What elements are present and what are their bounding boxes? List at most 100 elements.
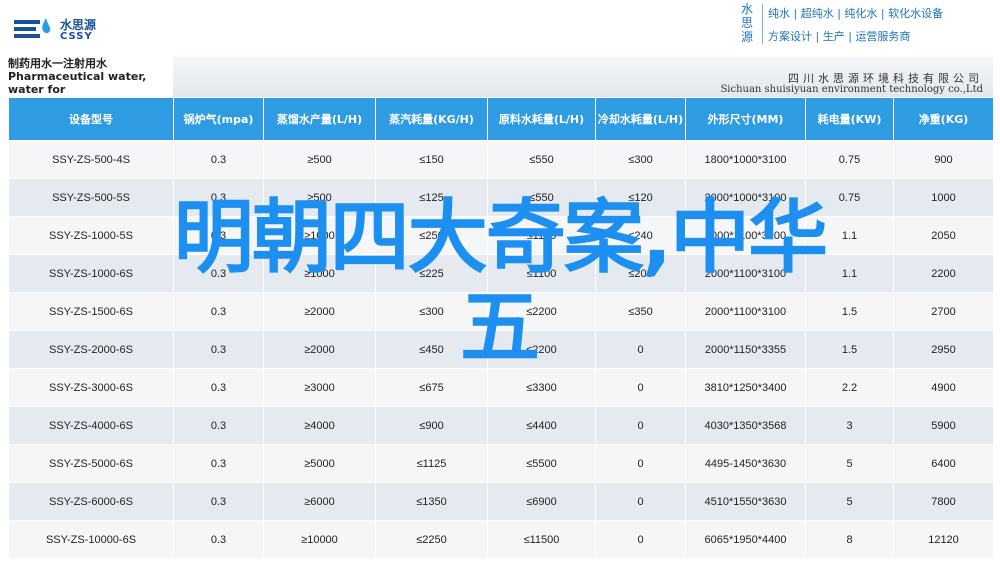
column-header: 蒸馏水产量(L/H) bbox=[263, 97, 376, 141]
table-row: SSY-ZS-2000-6S 0.3 ≥2000 ≤450 ≤2200 0 2000*115… bbox=[8, 330, 994, 369]
column-header: 耗电量(KW) bbox=[805, 97, 894, 141]
table-cell: ≤240 bbox=[595, 216, 686, 255]
table-cell: ≥2000 bbox=[263, 292, 376, 331]
table-cell: 2200 bbox=[893, 254, 994, 293]
table-cell: ≤2250 bbox=[375, 520, 488, 559]
table-cell: 1.1 bbox=[805, 254, 894, 293]
table-cell: 4495-1450*3630 bbox=[685, 444, 806, 483]
table-cell: ≤2200 bbox=[487, 330, 596, 369]
table-cell: 2050 bbox=[893, 216, 994, 255]
table-cell: SSY-ZS-3000-6S bbox=[8, 368, 174, 407]
table-cell: ≤300 bbox=[595, 140, 686, 179]
table-cell: 5 bbox=[805, 444, 894, 483]
page-header: 水思源 CSSY 水思源 纯水 | 超纯水 | 纯化水 | 软化水设备 方案设计… bbox=[0, 0, 1000, 56]
column-header: 冷却水耗量(L/H) bbox=[595, 97, 686, 141]
table-cell: 0.75 bbox=[805, 140, 894, 179]
table-cell: SSY-ZS-5000-6S bbox=[8, 444, 174, 483]
table-cell: 2000*1100*3100 bbox=[685, 216, 806, 255]
table-cell: ≤4400 bbox=[487, 406, 596, 445]
table-cell: 1.1 bbox=[805, 216, 894, 255]
column-header: 蒸汽耗量(KG/H) bbox=[375, 97, 488, 141]
table-cell: 0.75 bbox=[805, 178, 894, 217]
table-cell: 0 bbox=[595, 482, 686, 521]
table-cell: ≤125 bbox=[375, 178, 488, 217]
table-row: SSY-ZS-500-5S 0.3 ≥500 ≤125 ≤550 ≤120 2000*100… bbox=[8, 178, 994, 217]
table-cell: 0.3 bbox=[173, 520, 264, 559]
table-cell: ≤675 bbox=[375, 368, 488, 407]
table-cell: 4030*1350*3568 bbox=[685, 406, 806, 445]
table-cell: ≤350 bbox=[595, 292, 686, 331]
table-cell: 1000 bbox=[893, 178, 994, 217]
table-cell: ≥3000 bbox=[263, 368, 376, 407]
table-cell: 0.3 bbox=[173, 368, 264, 407]
table-cell: 1.5 bbox=[805, 330, 894, 369]
table-cell: SSY-ZS-1000-6S bbox=[8, 254, 174, 293]
table-cell: 0 bbox=[595, 330, 686, 369]
table-cell: ≥1000 bbox=[263, 216, 376, 255]
table-cell: 8 bbox=[805, 520, 894, 559]
table-cell: 6400 bbox=[893, 444, 994, 483]
company-bar: 四川水思源环境科技有限公司 Sichuan shuisiyuan environ… bbox=[173, 57, 993, 98]
brand-banner: 水思源 纯水 | 超纯水 | 纯化水 | 软化水设备 方案设计 | 生产 | 运… bbox=[730, 0, 1000, 50]
spec-table-container: 设备型号 锅炉气(mpa) 蒸馏水产量(L/H) 蒸汽耗量(KG/H) 原料水耗量(L/… bbox=[8, 97, 994, 567]
table-cell: 0 bbox=[595, 406, 686, 445]
table-cell: ≥500 bbox=[263, 140, 376, 179]
table-row: SSY-ZS-1000-6S 0.3 ≥1000 ≤225 ≤1100 ≤200 2000*… bbox=[8, 254, 994, 293]
table-cell: 2950 bbox=[893, 330, 994, 369]
table-cell: SSY-ZS-10000-6S bbox=[8, 520, 174, 559]
table-cell: 4510*1550*3630 bbox=[685, 482, 806, 521]
table-cell: ≤11500 bbox=[487, 520, 596, 559]
table-cell: SSY-ZS-6000-6S bbox=[8, 482, 174, 521]
column-header: 原料水耗量(L/H) bbox=[487, 97, 596, 141]
table-cell: 1.5 bbox=[805, 292, 894, 331]
table-cell: SSY-ZS-2000-6S bbox=[8, 330, 174, 369]
table-cell: 5900 bbox=[893, 406, 994, 445]
logo[interactable]: 水思源 CSSY bbox=[14, 14, 134, 46]
table-cell: 0 bbox=[595, 368, 686, 407]
table-cell: 0.3 bbox=[173, 444, 264, 483]
table-cell: ≤225 bbox=[375, 254, 488, 293]
table-cell: 4900 bbox=[893, 368, 994, 407]
table-cell: ≥5000 bbox=[263, 444, 376, 483]
table-cell: ≤550 bbox=[487, 178, 596, 217]
title-cn: 制药用水一注射用水 bbox=[8, 57, 107, 70]
table-cell: ≤1100 bbox=[487, 254, 596, 293]
table-cell: 0.3 bbox=[173, 140, 264, 179]
column-header: 外形尺寸(MM) bbox=[685, 97, 806, 141]
table-cell: ≤300 bbox=[375, 292, 488, 331]
table-cell: 2.2 bbox=[805, 368, 894, 407]
table-cell: 2700 bbox=[893, 292, 994, 331]
table-cell: ≤550 bbox=[487, 140, 596, 179]
spec-table: 设备型号 锅炉气(mpa) 蒸馏水产量(L/H) 蒸汽耗量(KG/H) 原料水耗量(L/… bbox=[8, 97, 994, 559]
table-cell: ≥10000 bbox=[263, 520, 376, 559]
table-cell: ≤6900 bbox=[487, 482, 596, 521]
table-cell: ≤1100 bbox=[487, 216, 596, 255]
table-cell: 0 bbox=[595, 444, 686, 483]
table-cell: 3810*1250*3400 bbox=[685, 368, 806, 407]
table-cell: 2000*1000*3100 bbox=[685, 178, 806, 217]
table-cell: 6065*1950*4400 bbox=[685, 520, 806, 559]
table-row: SSY-ZS-4000-6S 0.3 ≥4000 ≤900 ≤4400 0 4030*135… bbox=[8, 406, 994, 445]
table-cell: 7800 bbox=[893, 482, 994, 521]
table-cell: ≥1000 bbox=[263, 254, 376, 293]
table-cell: ≤5500 bbox=[487, 444, 596, 483]
column-header: 净重(KG) bbox=[893, 97, 994, 141]
water-drop-logo-icon bbox=[14, 18, 51, 38]
table-cell: 0.3 bbox=[173, 216, 264, 255]
table-cell: 12120 bbox=[893, 520, 994, 559]
brand-divider bbox=[762, 4, 763, 44]
table-row: SSY-ZS-1000-5S 0.3 ≥1000 ≤250 ≤1100 ≤240 2000*… bbox=[8, 216, 994, 255]
column-header: 锅炉气(mpa) bbox=[173, 97, 264, 141]
table-cell: ≤450 bbox=[375, 330, 488, 369]
logo-text-en: CSSY bbox=[60, 31, 93, 42]
table-row: SSY-ZS-10000-6S 0.3 ≥10000 ≤2250 ≤11500 0 6065… bbox=[8, 520, 994, 559]
company-name-en: Sichuan shuisiyuan environment technolog… bbox=[720, 84, 983, 95]
table-cell: ≤1125 bbox=[375, 444, 488, 483]
table-body: SSY-ZS-500-4S 0.3 ≥500 ≤150 ≤550 ≤300 1800*100… bbox=[8, 140, 994, 559]
table-cell: ≥500 bbox=[263, 178, 376, 217]
table-cell: ≥2000 bbox=[263, 330, 376, 369]
table-cell: 0.3 bbox=[173, 482, 264, 521]
table-row: SSY-ZS-6000-6S 0.3 ≥6000 ≤1350 ≤6900 0 4510*15… bbox=[8, 482, 994, 521]
table-cell: SSY-ZS-500-5S bbox=[8, 178, 174, 217]
table-cell: ≤200 bbox=[595, 254, 686, 293]
